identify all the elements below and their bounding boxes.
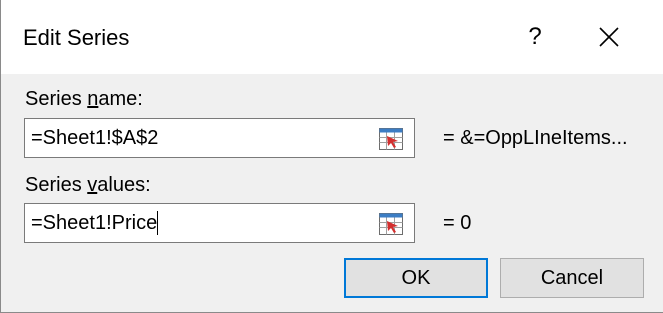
series-values-label: Series values: bbox=[25, 174, 151, 196]
edit-series-dialog: Edit Series ? Series name: =Sheet1!$A$2 … bbox=[0, 0, 663, 313]
collapse-dialog-icon bbox=[379, 213, 403, 235]
series-name-result: = &=OppLIneItems... bbox=[443, 127, 628, 149]
series-values-result: = 0 bbox=[443, 212, 472, 234]
ok-button[interactable]: OK bbox=[344, 258, 488, 298]
close-icon bbox=[599, 27, 619, 47]
series-values-collapse-button[interactable] bbox=[369, 203, 415, 243]
series-values-input[interactable]: =Sheet1!Price bbox=[24, 203, 370, 243]
help-button[interactable]: ? bbox=[511, 14, 559, 60]
series-name-input[interactable]: =Sheet1!$A$2 bbox=[24, 118, 370, 158]
cancel-button[interactable]: Cancel bbox=[500, 258, 644, 298]
series-values-value: =Sheet1!Price bbox=[31, 211, 159, 235]
series-name-value: =Sheet1!$A$2 bbox=[31, 127, 159, 149]
collapse-dialog-icon bbox=[379, 128, 403, 150]
title-bar: Edit Series ? bbox=[1, 0, 663, 74]
dialog-title: Edit Series bbox=[23, 25, 130, 50]
text-caret bbox=[157, 211, 159, 235]
series-name-label: Series name: bbox=[25, 88, 143, 110]
series-name-collapse-button[interactable] bbox=[369, 118, 415, 158]
close-button[interactable] bbox=[581, 14, 637, 60]
